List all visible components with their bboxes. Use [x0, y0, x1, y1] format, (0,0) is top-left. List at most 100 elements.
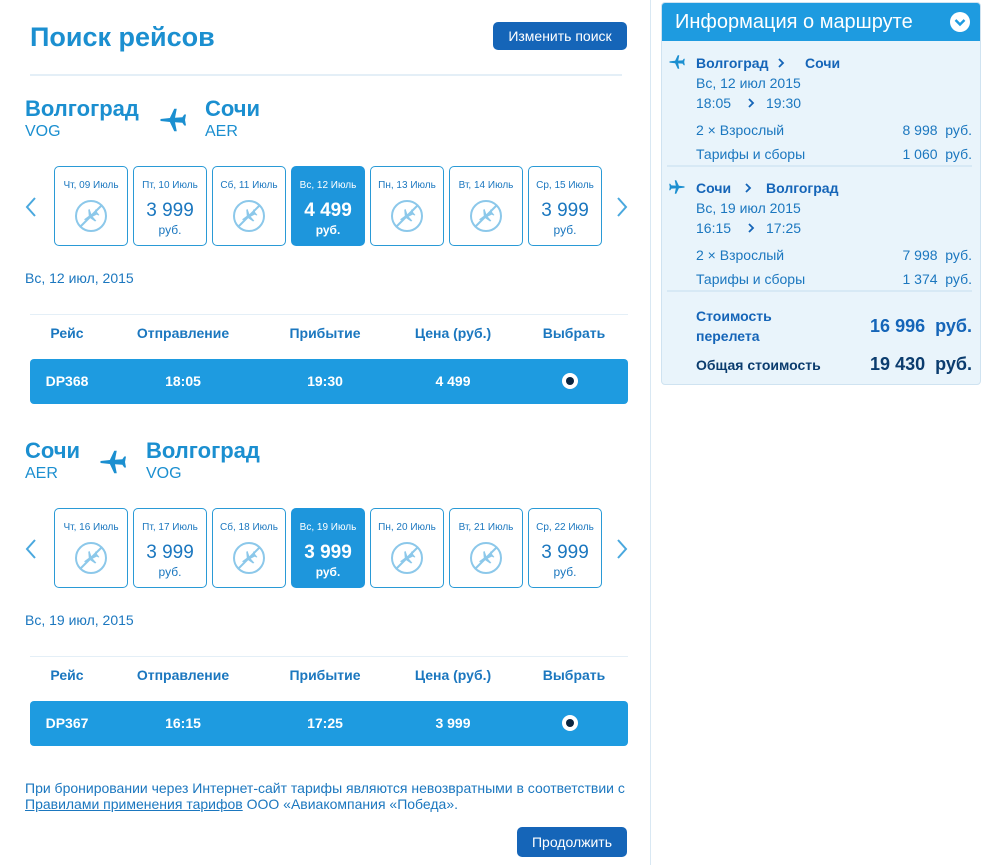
date-card[interactable]: Чт, 16 Июль	[54, 508, 128, 588]
plane-icon	[160, 108, 186, 132]
page-title: Поиск рейсов	[30, 22, 215, 52]
prev-dates-outbound-icon[interactable]	[22, 192, 40, 222]
chevron-right-icon	[748, 223, 755, 233]
select-inbound-radio[interactable]	[562, 715, 578, 731]
no-flight-icon	[75, 542, 107, 574]
plane-icon	[100, 450, 126, 474]
date-card[interactable]: Сб, 11 Июль	[212, 166, 286, 246]
leg2-depart: 16:15	[696, 220, 732, 236]
th-select: Выбрать	[542, 667, 606, 683]
route-info-panel: Информация о маршруте Волгоград Сочи Вс,…	[661, 2, 981, 385]
no-flight-icon	[75, 200, 107, 232]
inbound-destination-city: Волгоград	[146, 438, 260, 463]
leg2-from: Сочи	[696, 180, 732, 196]
change-search-button[interactable]: Изменить поиск	[493, 22, 627, 50]
date-card-price: 4 499	[304, 200, 352, 221]
date-card[interactable]: Чт, 09 Июль	[54, 166, 128, 246]
leg1-pax-price: 8 998 руб.	[902, 122, 972, 138]
th-select: Выбрать	[542, 325, 606, 341]
leg1-depart: 18:05	[696, 95, 732, 111]
date-card[interactable]: Вс, 12 Июль 4 499 руб.	[291, 166, 365, 246]
date-card-price: 3 999	[146, 542, 194, 563]
flight-arrive-time: 17:25	[307, 715, 343, 731]
date-card[interactable]: Ср, 15 Июль 3 999 руб.	[528, 166, 602, 246]
continue-button[interactable]: Продолжить	[517, 827, 627, 857]
date-card-label: Пн, 20 Июль	[378, 522, 436, 533]
inbound-selected-date: Вс, 19 июл, 2015	[25, 612, 134, 628]
date-card-label: Вт, 21 Июль	[458, 522, 514, 533]
select-outbound-radio[interactable]	[562, 373, 578, 389]
date-card[interactable]: Пт, 10 Июль 3 999 руб.	[133, 166, 207, 246]
inbound-destination: Волгоград VOG	[146, 438, 260, 484]
th-arrive: Прибытие	[289, 325, 361, 341]
date-card[interactable]: Пт, 17 Июль 3 999 руб.	[133, 508, 207, 588]
route-info-header[interactable]: Информация о маршруте	[662, 3, 980, 41]
leg2-arrive: 17:25	[766, 220, 802, 236]
chevron-right-icon	[745, 183, 752, 193]
prev-dates-inbound-icon[interactable]	[22, 534, 40, 564]
date-card[interactable]: Вт, 21 Июль	[449, 508, 523, 588]
inbound-flight-row[interactable]: DP367 16:15 17:25 3 999	[30, 701, 628, 746]
notice-text: При бронировании через Интернет-сайт тар…	[25, 780, 625, 796]
no-flight-icon	[391, 200, 423, 232]
flight-number: DP368	[45, 373, 89, 389]
leg2-fees-label: Тарифы и сборы	[696, 271, 806, 287]
flight-number: DP367	[45, 715, 89, 731]
outbound-flight-row[interactable]: DP368 18:05 19:30 4 499	[30, 359, 628, 404]
th-depart: Отправление	[136, 325, 230, 341]
th-price: Цена (руб.)	[414, 667, 492, 683]
date-card-currency: руб.	[553, 223, 577, 237]
date-card-label: Пн, 13 Июль	[378, 180, 436, 191]
outbound-destination-city: Сочи	[205, 96, 261, 121]
notice-text-end: ООО «Авиакомпания «Победа».	[242, 796, 459, 812]
date-card-label: Чт, 16 Июль	[63, 522, 119, 533]
date-card-currency: руб.	[315, 223, 341, 237]
sidebar-divider	[667, 290, 972, 292]
leg1-arrive: 19:30	[766, 95, 802, 111]
date-card-currency: руб.	[158, 223, 182, 237]
date-card-currency: руб.	[315, 565, 341, 579]
date-card[interactable]: Пн, 20 Июль	[370, 508, 444, 588]
chevron-down-icon	[954, 19, 966, 27]
date-card-price: 3 999	[146, 200, 194, 221]
outbound-origin-city: Волгоград	[25, 96, 139, 121]
chevron-right-icon	[748, 98, 755, 108]
leg1-date: Вс, 12 июл 2015	[696, 75, 801, 91]
date-card[interactable]: Ср, 22 Июль 3 999 руб.	[528, 508, 602, 588]
table-divider	[30, 656, 628, 657]
date-card-price: 3 999	[541, 542, 589, 563]
total-cost-value: 19 430 руб.	[870, 354, 972, 374]
sidebar-divider	[667, 165, 972, 167]
date-card[interactable]: Сб, 18 Июль	[212, 508, 286, 588]
date-card-label: Вс, 19 Июль	[299, 522, 357, 533]
th-price: Цена (руб.)	[414, 325, 492, 341]
flight-search-panel: Поиск рейсов Изменить поиск Волгоград VO…	[0, 0, 651, 865]
date-card[interactable]: Вт, 14 Июль	[449, 166, 523, 246]
next-dates-outbound-icon[interactable]	[613, 192, 631, 222]
date-card-label: Сб, 18 Июль	[220, 522, 278, 533]
date-card-price: 3 999	[304, 542, 352, 563]
flight-cost-label-2: перелета	[696, 328, 760, 344]
date-card-label: Вт, 14 Июль	[458, 180, 514, 191]
date-card-label: Сб, 11 Июль	[220, 180, 278, 191]
inbound-origin-city: Сочи	[25, 438, 81, 463]
outbound-destination-code: AER	[205, 123, 238, 140]
date-card-currency: руб.	[158, 565, 182, 579]
date-card[interactable]: Пн, 13 Июль	[370, 166, 444, 246]
th-arrive: Прибытие	[289, 667, 361, 683]
flight-price: 4 499	[435, 373, 471, 389]
no-flight-icon	[470, 542, 502, 574]
leg1-pax-label: 2 × Взрослый	[696, 122, 785, 138]
collapse-toggle[interactable]	[950, 12, 970, 32]
date-card-label: Вс, 12 Июль	[299, 180, 357, 191]
flight-cost-label: Стоимость	[696, 308, 772, 324]
tariff-rules-link[interactable]: Правилами применения тарифов	[25, 796, 243, 812]
outbound-selected-date: Вс, 12 июл, 2015	[25, 270, 134, 286]
leg2-date: Вс, 19 июл 2015	[696, 200, 801, 216]
date-card[interactable]: Вс, 19 Июль 3 999 руб.	[291, 508, 365, 588]
next-dates-inbound-icon[interactable]	[613, 534, 631, 564]
flight-depart-time: 16:15	[165, 715, 201, 731]
inbound-destination-code: VOG	[146, 465, 182, 482]
date-card-price: 3 999	[541, 200, 589, 221]
th-flight: Рейс	[50, 325, 84, 341]
